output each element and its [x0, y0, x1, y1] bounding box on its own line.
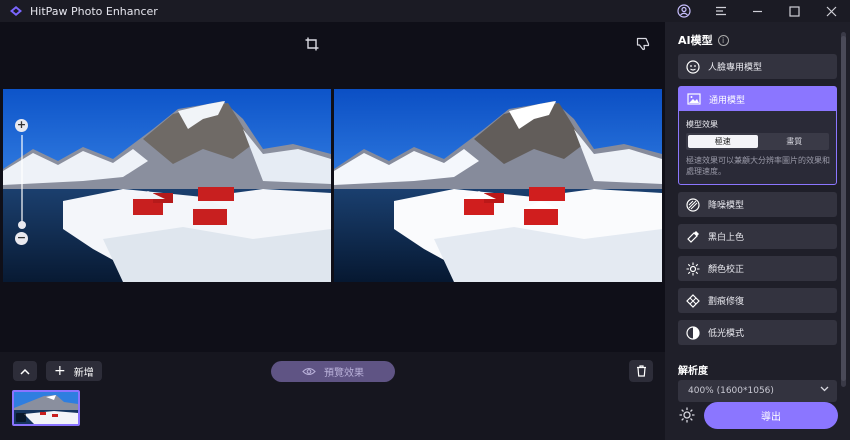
- collapse-button[interactable]: [13, 361, 37, 381]
- original-image: [3, 89, 331, 282]
- image-icon: [687, 92, 701, 106]
- model-effect-label: 模型效果: [686, 120, 718, 129]
- model-colorize[interactable]: 黑白上色: [678, 224, 837, 249]
- color-correct-icon: [686, 262, 700, 276]
- image-canvas: + −: [0, 22, 665, 352]
- enhanced-image: [334, 89, 662, 282]
- image-type-icon: [16, 413, 26, 422]
- preview-button[interactable]: 預覽效果: [271, 361, 395, 382]
- minimize-icon[interactable]: [739, 0, 776, 22]
- panel-title: AI模型 i: [678, 32, 729, 48]
- thumbs-down-icon[interactable]: [636, 36, 650, 51]
- chevron-up-icon: [20, 368, 30, 375]
- gear-icon[interactable]: [678, 406, 696, 424]
- face-icon: [686, 59, 700, 74]
- eye-icon: [302, 367, 316, 376]
- zoom-slider[interactable]: + −: [15, 119, 29, 245]
- add-image-button[interactable]: + 新增: [46, 361, 102, 381]
- model-label: 降噪模型: [708, 201, 745, 211]
- preview-label: 預覽效果: [324, 368, 364, 379]
- scratch-repair-icon: [686, 293, 700, 308]
- model-label: 劃痕修復: [708, 297, 745, 307]
- panel-scroll-thumb[interactable]: [841, 36, 846, 381]
- image-thumbnail[interactable]: [12, 390, 80, 426]
- close-icon[interactable]: [813, 0, 850, 22]
- menu-icon[interactable]: [702, 0, 739, 22]
- settings-panel: AI模型 i 人臉專用模型 通用模型 模型效果 極速 畫質 極速效果可以兼顧大分…: [665, 22, 850, 440]
- model-general[interactable]: 通用模型 模型效果 極速 畫質 極速效果可以兼顧大分辨率圖片的效果和處理速度。: [678, 86, 837, 185]
- user-icon[interactable]: [665, 0, 702, 22]
- low-light-icon: [686, 325, 700, 340]
- zoom-track[interactable]: [21, 135, 23, 225]
- zoom-out-button[interactable]: −: [15, 232, 28, 245]
- app-logo-icon: [8, 3, 24, 19]
- info-icon[interactable]: i: [717, 34, 729, 46]
- effect-option-fast[interactable]: 極速: [688, 135, 758, 148]
- trash-icon: [636, 365, 646, 377]
- ai-model-heading: AI模型: [678, 34, 713, 47]
- model-label: 顏色校正: [708, 265, 745, 275]
- model-face[interactable]: 人臉專用模型: [678, 54, 837, 79]
- denoise-icon: [686, 197, 700, 212]
- add-image-label: 新增: [73, 367, 94, 379]
- crop-icon[interactable]: [305, 36, 319, 51]
- colorize-icon: [686, 230, 700, 244]
- title-bar: HitPaw Photo Enhancer: [0, 0, 850, 22]
- effect-option-quality[interactable]: 畫質: [760, 133, 830, 150]
- effect-description: 極速效果可以兼顧大分辨率圖片的效果和處理速度。: [686, 156, 830, 176]
- bottom-bar: + 新增 預覽效果: [0, 352, 665, 440]
- resolution-value: 400% (1600*1056): [688, 386, 774, 396]
- chevron-down-icon: [820, 386, 829, 392]
- model-effect-toggle[interactable]: 極速 畫質: [686, 133, 829, 150]
- model-color-correct[interactable]: 顏色校正: [678, 256, 837, 281]
- model-label: 黑白上色: [708, 233, 745, 243]
- export-button[interactable]: 導出: [704, 402, 838, 429]
- zoom-in-button[interactable]: +: [15, 119, 28, 132]
- delete-button[interactable]: [629, 360, 653, 382]
- model-denoise[interactable]: 降噪模型: [678, 192, 837, 217]
- app-title: HitPaw Photo Enhancer: [30, 4, 158, 18]
- resolution-label: 解析度: [678, 366, 708, 377]
- maximize-icon[interactable]: [776, 0, 813, 22]
- model-label: 通用模型: [709, 95, 746, 106]
- resolution-select[interactable]: 400% (1600*1056): [678, 380, 837, 402]
- model-label: 人臉專用模型: [708, 63, 763, 73]
- model-scratch-repair[interactable]: 劃痕修復: [678, 288, 837, 313]
- model-label: 低光模式: [708, 329, 745, 339]
- model-low-light[interactable]: 低光模式: [678, 320, 837, 345]
- zoom-handle[interactable]: [18, 221, 26, 229]
- plus-icon: +: [54, 363, 66, 379]
